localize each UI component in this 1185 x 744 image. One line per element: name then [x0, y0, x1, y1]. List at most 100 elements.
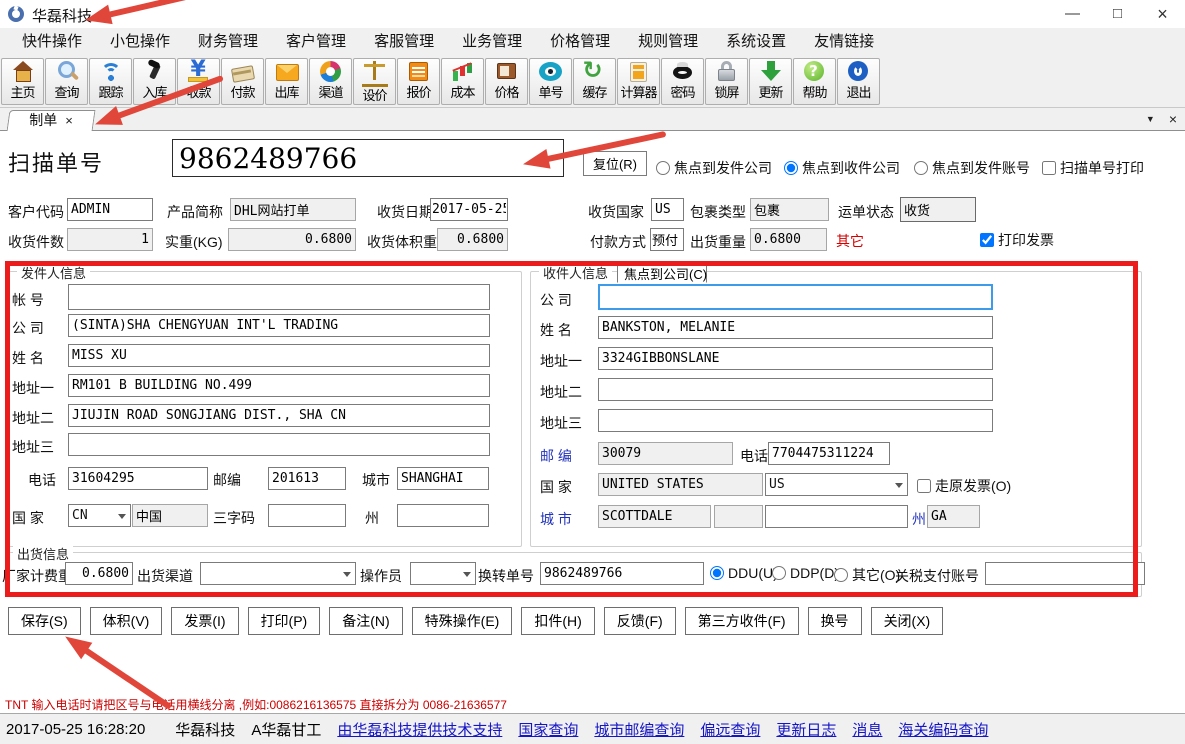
scan-print-checkbox[interactable]: 扫描单号打印	[1042, 158, 1144, 178]
print-invoice-checkbox[interactable]: 打印发票	[980, 230, 1054, 250]
feedback-button[interactable]: 反馈(F)	[604, 607, 676, 635]
recipient-name-input[interactable]	[598, 316, 993, 339]
billed-weight-input[interactable]	[65, 562, 133, 585]
change-number-button[interactable]: 换号	[808, 607, 862, 635]
customs-code-query-link[interactable]: 海关编码查询	[898, 719, 988, 740]
radio-focus-sender-account[interactable]: 焦点到发件账号	[914, 158, 1030, 178]
remote-area-query-link[interactable]: 偏远查询	[700, 719, 760, 740]
receive-date-input[interactable]	[430, 198, 508, 221]
menu-finance[interactable]: 财务管理	[184, 28, 272, 56]
recipient-country-select[interactable]: US	[765, 473, 908, 496]
toolbar-query[interactable]: 查询	[45, 58, 88, 105]
menu-express-operations[interactable]: 快件操作	[8, 28, 96, 56]
sender-state-input[interactable]	[397, 504, 489, 527]
recipient-company-input[interactable]	[598, 284, 993, 310]
recipient-addr3-input[interactable]	[598, 409, 993, 432]
ddu-radio[interactable]: DDU(U)	[710, 565, 778, 581]
invoice-button[interactable]: 发票(I)	[171, 607, 238, 635]
reset-button[interactable]: 复位(R)	[583, 151, 647, 176]
menu-price[interactable]: 价格管理	[536, 28, 624, 56]
toolbar-track[interactable]: 跟踪	[89, 58, 132, 105]
toolbar-channel[interactable]: 渠道	[309, 58, 352, 105]
sender-addr1-input[interactable]	[68, 374, 490, 397]
ship-weight-input[interactable]	[750, 228, 827, 251]
pieces-input[interactable]	[67, 228, 153, 251]
remark-button[interactable]: 备注(N)	[329, 607, 402, 635]
customer-code-input[interactable]	[67, 198, 153, 221]
sender-addr2-input[interactable]	[68, 404, 490, 427]
sender-country-name-input[interactable]	[132, 504, 208, 527]
toolbar-pay[interactable]: 付款	[221, 58, 264, 105]
menu-parcel-operations[interactable]: 小包操作	[96, 28, 184, 56]
menu-business[interactable]: 业务管理	[448, 28, 536, 56]
recipient-city-input[interactable]	[598, 505, 711, 528]
city-zip-query-link[interactable]: 城市邮编查询	[594, 719, 684, 740]
ddp-radio[interactable]: DDP(D)	[772, 565, 839, 581]
recipient-phone-input[interactable]	[768, 442, 890, 465]
volume-weight-input[interactable]	[437, 228, 508, 251]
toolbar-exit[interactable]: 退出	[837, 58, 880, 105]
weight-input[interactable]	[228, 228, 356, 251]
toolbar-calculator[interactable]: 计算器	[617, 58, 660, 105]
message-link[interactable]: 消息	[852, 719, 882, 740]
toolbar-help[interactable]: 帮助	[793, 58, 836, 105]
changelog-link[interactable]: 更新日志	[776, 719, 836, 740]
tab-overflow-icon[interactable]: ▼	[1146, 111, 1155, 128]
toolbar-update[interactable]: 更新	[749, 58, 792, 105]
sender-country-select[interactable]: CN	[68, 504, 131, 527]
tech-support-link[interactable]: 由华磊科技提供技术支持	[337, 719, 502, 740]
sender-name-input[interactable]	[68, 344, 490, 367]
receive-country-input[interactable]	[651, 198, 684, 221]
radio-focus-sender-company[interactable]: 焦点到发件公司	[656, 158, 772, 178]
third-party-recipient-button[interactable]: 第三方收件(F)	[685, 607, 799, 635]
radio-focus-recipient-company[interactable]: 焦点到收件公司	[784, 158, 900, 178]
maximize-button[interactable]: □	[1095, 0, 1140, 28]
duty-account-input[interactable]	[985, 562, 1145, 585]
operator-select[interactable]	[410, 562, 476, 585]
country-query-link[interactable]: 国家查询	[518, 719, 578, 740]
recipient-addr1-input[interactable]	[598, 347, 993, 370]
sender-phone-input[interactable]	[68, 467, 208, 490]
menu-customer-service[interactable]: 客服管理	[360, 28, 448, 56]
pay-method-input[interactable]	[650, 228, 684, 251]
tab-make-order[interactable]: 制单 ×	[7, 110, 96, 131]
toolbar-cost[interactable]: 成本	[441, 58, 484, 105]
toolbar-price[interactable]: 价格	[485, 58, 528, 105]
sender-addr3-input[interactable]	[68, 433, 490, 456]
toolbar-waybill-no[interactable]: 单号	[529, 58, 572, 105]
toolbar-lock-screen[interactable]: 锁屏	[705, 58, 748, 105]
sender-city-input[interactable]	[397, 467, 489, 490]
recipient-city-aux2-input[interactable]	[765, 505, 908, 528]
toolbar-password[interactable]: 密码	[661, 58, 704, 105]
sender-zip-input[interactable]	[268, 467, 346, 490]
recipient-city-aux-input[interactable]	[714, 505, 763, 528]
recipient-state-input[interactable]	[927, 505, 980, 528]
sender-company-input[interactable]	[68, 314, 490, 337]
waybill-status-input[interactable]	[900, 197, 976, 222]
toolbar-outbound[interactable]: 出库	[265, 58, 308, 105]
minimize-button[interactable]: —	[1050, 0, 1095, 28]
hold-shipment-button[interactable]: 扣件(H)	[521, 607, 594, 635]
toolbar-home[interactable]: 主页	[1, 58, 44, 105]
recipient-country-input[interactable]	[598, 473, 763, 496]
print-button[interactable]: 打印(P)	[248, 607, 321, 635]
special-operation-button[interactable]: 特殊操作(E)	[412, 607, 513, 635]
volume-button[interactable]: 体积(V)	[90, 607, 163, 635]
toolbar-inbound[interactable]: 入库	[133, 58, 176, 105]
menu-system-settings[interactable]: 系统设置	[712, 28, 800, 56]
close-window-button[interactable]: ×	[1140, 0, 1185, 28]
save-button[interactable]: 保存(S)	[8, 607, 81, 635]
close-tab-button[interactable]: 关闭(X)	[871, 607, 944, 635]
toolbar-quote[interactable]: 报价	[397, 58, 440, 105]
menu-rules[interactable]: 规则管理	[624, 28, 712, 56]
focus-to-company-button[interactable]: 焦点到公司(C)	[617, 262, 707, 283]
menu-customer[interactable]: 客户管理	[272, 28, 360, 56]
product-input[interactable]	[230, 198, 356, 221]
transfer-no-input[interactable]	[540, 562, 704, 585]
tabbar-close-icon[interactable]: ×	[1169, 111, 1177, 128]
toolbar-cache[interactable]: 缓存	[573, 58, 616, 105]
sender-account-input[interactable]	[68, 284, 490, 310]
original-invoice-checkbox[interactable]: 走原发票(O)	[917, 476, 1011, 496]
terms-other-radio[interactable]: 其它(O)	[834, 565, 900, 585]
recipient-zip-input[interactable]	[598, 442, 733, 465]
